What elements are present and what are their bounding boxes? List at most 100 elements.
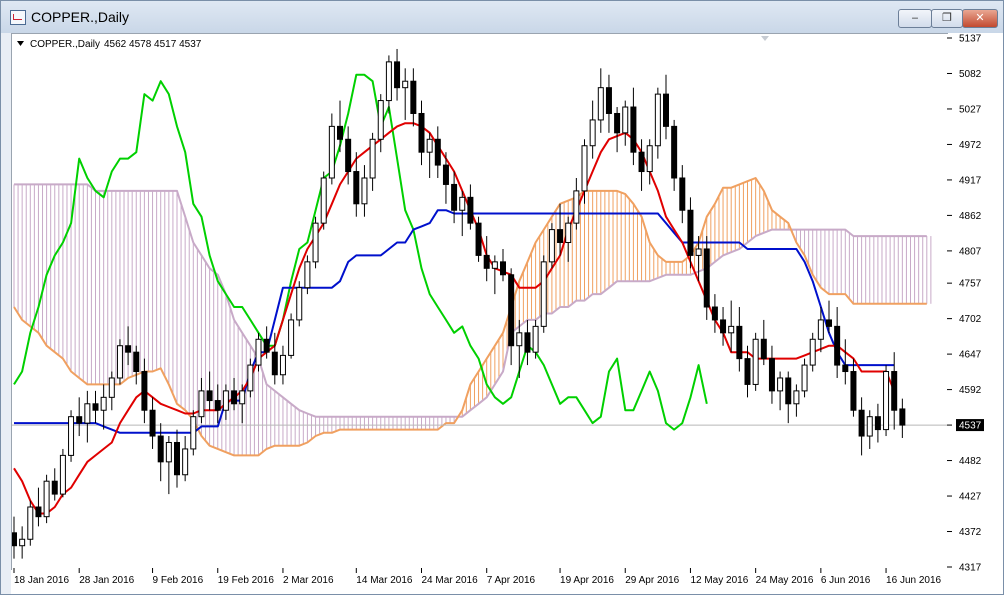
candle bbox=[174, 429, 180, 488]
bear-candle-body bbox=[467, 196, 474, 224]
bear-candle-body bbox=[638, 151, 645, 173]
candle bbox=[711, 294, 718, 333]
candle bbox=[614, 107, 621, 153]
bear-candle-body bbox=[744, 358, 751, 385]
bull-candle-body bbox=[27, 506, 34, 540]
x-tick-label: 12 May 2016 bbox=[690, 575, 748, 586]
x-tick-label: 7 Apr 2016 bbox=[487, 575, 536, 586]
candle bbox=[891, 352, 898, 430]
bear-candle-body bbox=[711, 306, 718, 321]
bull-candle-body bbox=[777, 377, 784, 392]
bull-candle-body bbox=[540, 261, 547, 327]
chart-legend: COPPER.,Daily 4562 4578 4517 4537 bbox=[17, 36, 769, 50]
bear-candle-body bbox=[760, 338, 767, 360]
candle bbox=[866, 410, 873, 449]
candle bbox=[752, 332, 759, 391]
candle bbox=[27, 500, 34, 546]
collapse-arrow-icon[interactable] bbox=[17, 41, 24, 46]
candle bbox=[410, 68, 417, 127]
bear-candle-body bbox=[475, 222, 482, 256]
candle bbox=[883, 365, 890, 437]
candle bbox=[231, 377, 238, 411]
candle bbox=[540, 255, 547, 333]
candle bbox=[51, 468, 58, 501]
bear-candle-body bbox=[874, 416, 881, 431]
bull-candle-body bbox=[100, 396, 107, 411]
candle bbox=[679, 165, 686, 224]
bear-candle-body bbox=[133, 351, 140, 373]
candle bbox=[133, 345, 140, 385]
candle bbox=[760, 319, 767, 366]
candle bbox=[108, 371, 115, 411]
bull-candle-body bbox=[279, 354, 286, 376]
legend-ohlc: 4562 4578 4517 4537 bbox=[104, 39, 202, 50]
bear-candle-body bbox=[12, 532, 17, 547]
y-tick-label: 5082 bbox=[959, 69, 982, 80]
candle bbox=[834, 307, 841, 378]
bear-candle-body bbox=[842, 364, 849, 373]
candle bbox=[279, 345, 286, 385]
y-tick-label: 4862 bbox=[959, 211, 982, 222]
candle bbox=[703, 236, 710, 320]
bear-candle-body bbox=[557, 229, 564, 244]
candle bbox=[467, 184, 474, 230]
bull-candle-body bbox=[459, 196, 466, 211]
candle bbox=[858, 397, 865, 456]
candle bbox=[451, 171, 458, 224]
candle bbox=[508, 268, 515, 366]
x-tick-label: 19 Feb 2016 bbox=[218, 575, 275, 586]
bull-candle-body bbox=[866, 416, 873, 437]
bull-candle-body bbox=[59, 454, 66, 495]
bull-candle-body bbox=[695, 248, 702, 256]
y-tick-label: 4372 bbox=[959, 527, 982, 538]
bear-candle-body bbox=[679, 177, 686, 211]
candle bbox=[491, 255, 498, 295]
candle bbox=[328, 113, 335, 185]
bull-candle-body bbox=[182, 448, 189, 476]
bull-candle-body bbox=[320, 177, 327, 224]
candle bbox=[777, 371, 784, 411]
bear-candle-body bbox=[125, 345, 132, 353]
bear-candle-body bbox=[785, 377, 792, 405]
candle bbox=[793, 384, 800, 417]
candle bbox=[92, 390, 99, 424]
shift-marker-icon[interactable] bbox=[761, 36, 769, 41]
candle bbox=[638, 139, 645, 191]
bear-candle-body bbox=[605, 87, 612, 114]
candle bbox=[182, 436, 189, 482]
candle bbox=[483, 236, 490, 282]
bull-candle-body bbox=[296, 287, 303, 321]
bear-candle-body bbox=[720, 319, 727, 334]
candle bbox=[247, 358, 254, 398]
y-tick-label: 4702 bbox=[959, 314, 982, 325]
bear-candle-body bbox=[214, 400, 221, 411]
bull-candle-body bbox=[646, 145, 653, 173]
y-tick-label: 4317 bbox=[959, 563, 982, 574]
y-tick-label: 4482 bbox=[959, 456, 982, 467]
chart-axes: 5137 5082 5027 4972 4917 4862 4807 4757 4702 4647… bbox=[13, 34, 984, 586]
x-tick-label: 16 Jun 2016 bbox=[886, 575, 941, 586]
bear-candle-body bbox=[891, 371, 898, 411]
bear-candle-body bbox=[671, 125, 678, 179]
bear-candle-body bbox=[337, 125, 343, 140]
bear-candle-body bbox=[451, 183, 458, 211]
candle bbox=[874, 403, 881, 443]
candle bbox=[720, 307, 727, 346]
bull-candle-body bbox=[222, 390, 229, 411]
bull-candle-body bbox=[565, 222, 572, 244]
bull-candle-body bbox=[654, 93, 661, 147]
bear-candle-body bbox=[394, 61, 401, 89]
candle bbox=[630, 87, 637, 166]
bear-candle-body bbox=[263, 338, 270, 353]
bull-candle-body bbox=[801, 364, 808, 392]
candle bbox=[500, 248, 506, 282]
candle bbox=[239, 384, 246, 424]
bear-candle-body bbox=[51, 480, 58, 495]
candle bbox=[426, 132, 433, 178]
bull-candle-body bbox=[19, 538, 26, 547]
candle bbox=[198, 377, 205, 424]
y-tick-label: 4427 bbox=[959, 492, 982, 503]
candle bbox=[35, 487, 42, 527]
bull-candle-body bbox=[165, 441, 172, 463]
bull-candle-body bbox=[288, 319, 295, 356]
